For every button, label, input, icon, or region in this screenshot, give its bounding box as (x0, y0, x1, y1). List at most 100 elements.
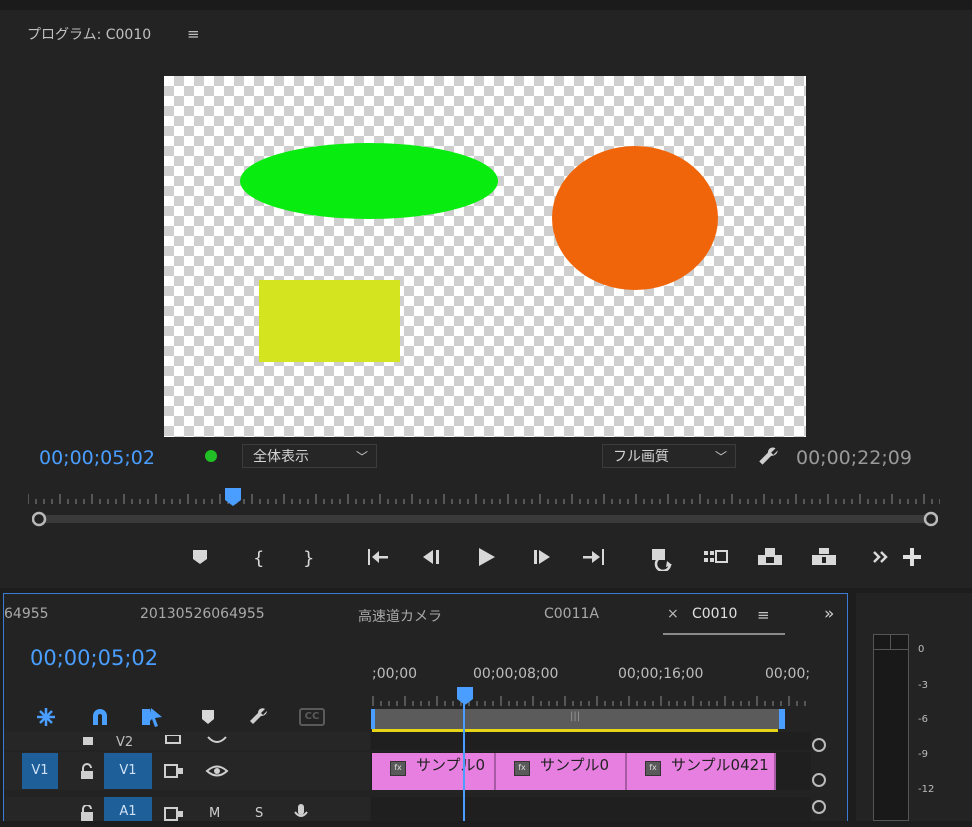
eye-icon[interactable] (206, 730, 228, 743)
playback-quality-select[interactable]: フル画質 ﹀ (602, 444, 736, 468)
lift-icon (758, 548, 782, 565)
current-timecode[interactable]: 00;00;05;02 (39, 447, 155, 469)
magnet-icon[interactable] (88, 705, 112, 729)
go-to-out-button[interactable] (580, 543, 608, 571)
lock-icon[interactable] (82, 730, 94, 745)
track-target-v1[interactable]: V1 (104, 753, 152, 789)
svg-text:{: { (253, 548, 264, 569)
work-area-in-handle[interactable] (371, 709, 375, 729)
plus-icon (903, 548, 921, 566)
tab-active-sequence[interactable]: C0010 (692, 606, 737, 622)
go-to-in-button[interactable] (364, 543, 392, 571)
vertical-scroll-knob[interactable] (812, 738, 826, 752)
svg-text:}: } (303, 548, 314, 569)
eye-icon[interactable] (205, 762, 229, 780)
timeline-time-ruler[interactable] (372, 660, 812, 710)
clip[interactable]: fx サンプル0 (496, 753, 627, 790)
program-time-ruler[interactable] (28, 490, 940, 504)
tab-sequence-2[interactable]: 20130526064955 (140, 606, 265, 622)
mute-track-button[interactable]: M (209, 806, 220, 821)
source-patch-v1[interactable]: V1 (22, 753, 58, 789)
mark-in-icon: { (253, 548, 264, 569)
active-tab-underline (663, 633, 785, 635)
zoom-select[interactable]: 全体表示 ﹀ (242, 444, 377, 468)
chevron-down-icon: ﹀ (714, 450, 727, 464)
orange-circle (552, 146, 718, 290)
add-marker-button[interactable] (186, 543, 214, 571)
quality-select-value: フル画質 (613, 449, 669, 465)
work-area-bar[interactable]: ||| (372, 709, 782, 729)
lock-icon[interactable] (78, 762, 96, 780)
tab-sequence-1[interactable]: 64955 (4, 606, 49, 622)
track-lane-v2[interactable] (371, 732, 811, 750)
work-area-grip[interactable]: ||| (570, 711, 580, 722)
sync-lock-icon[interactable] (163, 762, 185, 780)
safe-margins-button[interactable] (702, 543, 730, 571)
clip[interactable]: fx サンプル0 (372, 753, 496, 790)
zoom-scroll-bar[interactable] (31, 510, 939, 528)
zoom-select-value: 全体表示 (253, 449, 309, 465)
microphone-icon[interactable] (293, 803, 309, 821)
fx-badge-icon: fx (645, 761, 661, 776)
timeline-playhead[interactable] (456, 686, 474, 706)
step-back-icon (423, 550, 439, 564)
clip-label: サンプル0421 (671, 756, 769, 774)
tab-sequence-3[interactable]: 高速道カメラ (358, 606, 442, 626)
safe-margins-icon (704, 550, 728, 563)
captions-icon[interactable]: CC (299, 708, 325, 726)
clip-label: サンプル0 (540, 756, 610, 774)
sync-lock-icon[interactable] (164, 730, 186, 744)
extract-icon (812, 548, 836, 565)
canvas-shapes (240, 143, 718, 362)
program-canvas[interactable] (164, 76, 806, 437)
playhead-line[interactable] (463, 700, 465, 821)
mark-out-icon: } (303, 548, 314, 569)
add-marker-icon[interactable] (196, 705, 220, 729)
button-editor-button[interactable] (898, 543, 926, 571)
solo-track-button[interactable]: S (255, 806, 263, 821)
loop-icon (652, 549, 672, 573)
tab-menu-icon[interactable]: ≡ (757, 606, 770, 624)
fx-badge-icon: fx (390, 761, 406, 776)
linked-selection-icon[interactable] (140, 705, 164, 729)
duration-timecode: 00;00;22;09 (796, 447, 912, 469)
play-button[interactable] (472, 543, 500, 571)
hamburger-menu-icon[interactable]: ≡ (187, 25, 200, 43)
track-header-v1 (4, 752, 370, 790)
settings-wrench-icon[interactable] (247, 705, 271, 729)
lift-button[interactable] (756, 543, 784, 571)
meter-scale-label: 0 (918, 644, 925, 655)
fx-badge-icon: fx (514, 761, 530, 776)
loop-button[interactable] (648, 543, 676, 573)
more-controls-button[interactable] (868, 543, 896, 571)
program-monitor-title[interactable]: プログラム: C0010 (27, 24, 151, 44)
track-header-v2 (4, 732, 370, 750)
audio-meter (873, 634, 909, 821)
lock-icon[interactable] (80, 804, 94, 821)
mark-out-button[interactable]: } (294, 543, 322, 571)
close-tab-icon[interactable]: × (667, 606, 679, 622)
clip-label: サンプル0 (416, 756, 486, 774)
extract-button[interactable] (810, 543, 838, 571)
meter-scale-label: -12 (918, 784, 935, 795)
step-forward-button[interactable] (528, 543, 556, 571)
yellow-rectangle (259, 280, 400, 362)
sync-lock-icon[interactable] (163, 805, 185, 821)
go-to-out-icon (583, 549, 604, 565)
settings-wrench-icon[interactable] (756, 444, 782, 470)
program-playhead[interactable] (224, 487, 242, 507)
step-back-button[interactable] (418, 543, 446, 571)
track-lane-a1[interactable] (371, 797, 811, 821)
tab-sequence-4[interactable]: C0011A (544, 606, 599, 622)
sequence-timecode[interactable]: 00;00;05;02 (30, 646, 158, 670)
vertical-scroll-knob[interactable] (812, 773, 826, 787)
mark-in-button[interactable]: { (244, 543, 272, 571)
go-to-in-icon (368, 549, 388, 565)
clip[interactable]: fx サンプル0421 (627, 753, 776, 790)
work-area-out-handle[interactable] (779, 709, 785, 729)
meter-divider (890, 635, 891, 649)
vertical-scroll-knob[interactable] (812, 800, 826, 814)
track-target-a1[interactable]: A1 (104, 797, 152, 821)
tabs-overflow-icon[interactable]: » (824, 604, 834, 624)
snap-icon[interactable] (34, 705, 58, 729)
